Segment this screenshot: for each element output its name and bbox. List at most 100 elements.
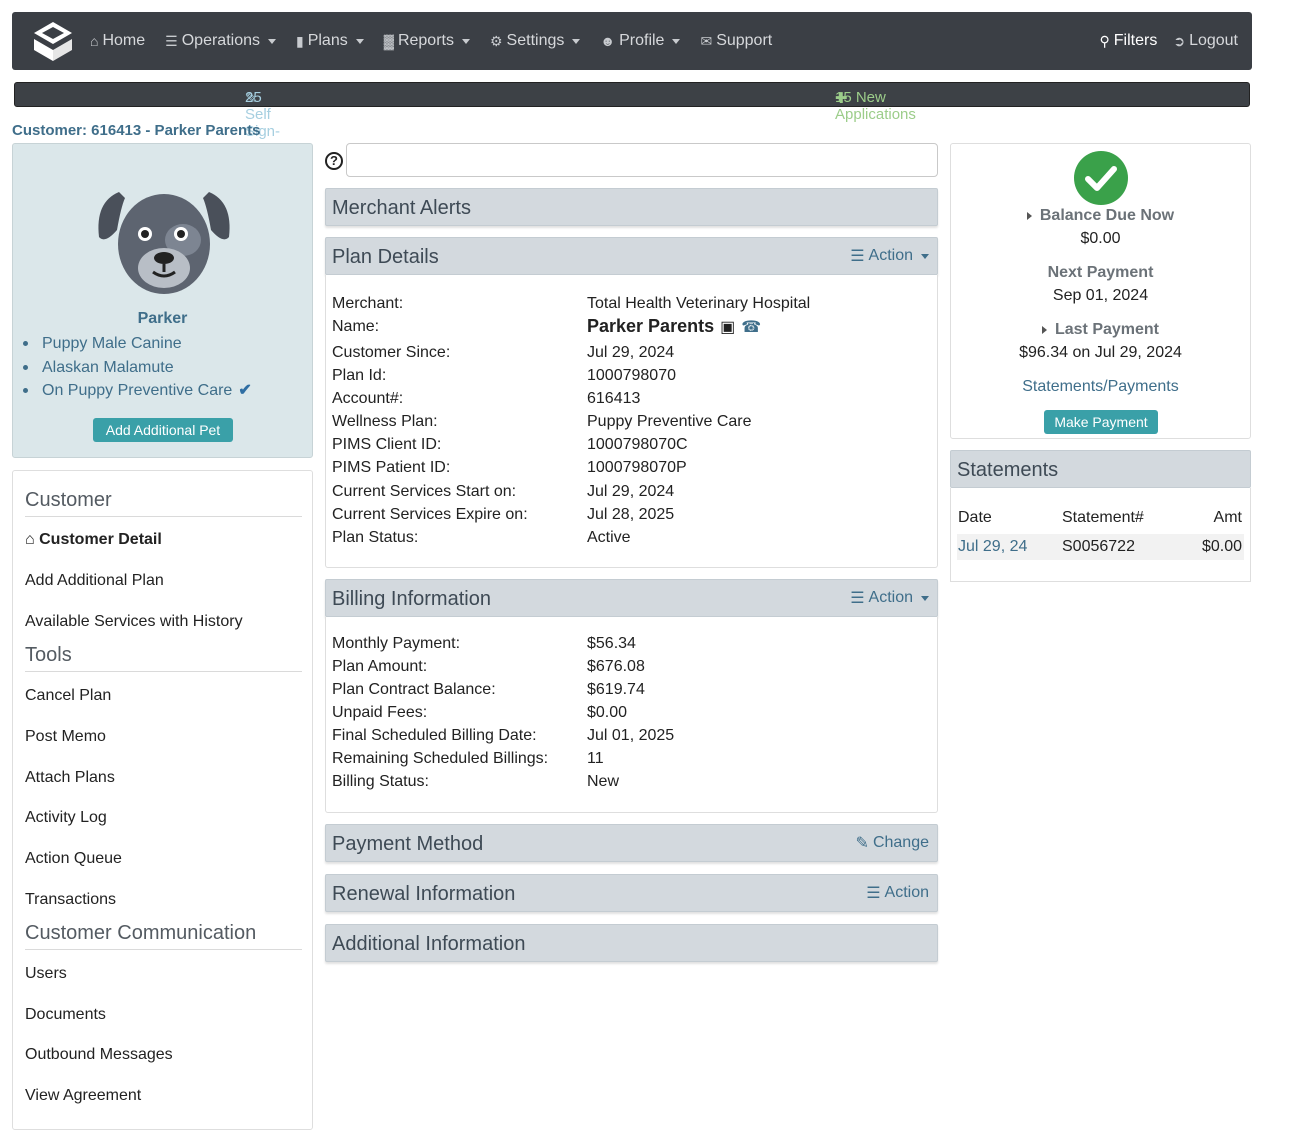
menu-outbound-messages[interactable]: Outbound Messages <box>25 1046 173 1064</box>
last-payment-toggle[interactable]: Last Payment <box>951 321 1250 339</box>
detail-value: Active <box>587 529 631 546</box>
detail-label: Name: <box>332 318 380 335</box>
home-icon: ⌂ <box>90 33 99 49</box>
menu-view-agreement[interactable]: View Agreement <box>25 1087 141 1105</box>
menu-documents[interactable]: Documents <box>25 1006 106 1024</box>
billing-action-dropdown[interactable]: ☰ Action <box>850 588 929 608</box>
top-navbar: ⌂ Home ☰ Operations ▮ Plans ▓ Reports ⚙ Settings ☻… <box>12 12 1252 70</box>
menu-cancel-plan[interactable]: Cancel Plan <box>25 687 111 705</box>
detail-label: Merchant: <box>332 295 404 312</box>
list-icon: ☰ <box>866 885 881 902</box>
chevron-down-icon <box>267 38 276 44</box>
action-label: Action <box>868 589 913 606</box>
detail-label: PIMS Patient ID: <box>332 459 451 476</box>
balance-due-label: Balance Due Now <box>1039 207 1175 224</box>
nav-home[interactable]: ⌂ Home <box>90 32 145 50</box>
chevron-down-icon <box>355 38 364 44</box>
chevron-down-icon <box>461 38 470 44</box>
plan-details-action-dropdown[interactable]: ☰ Action <box>850 246 929 266</box>
table-row: Jul 29, 24 S0056722 $0.00 <box>957 534 1244 560</box>
nav-profile[interactable]: ☻ Profile <box>600 32 681 50</box>
detail-label: Plan Status: <box>332 529 419 546</box>
detail-value: 1000798070P <box>587 459 687 476</box>
phone-icon[interactable]: ☎ <box>741 319 761 336</box>
detail-label: Monthly Payment: <box>332 635 461 652</box>
pet-card: Parker Puppy Male Canine Alaskan Malamut… <box>12 143 313 458</box>
help-icon[interactable]: ? <box>325 152 343 170</box>
detail-label: Plan Amount: <box>332 658 428 675</box>
menu-attach-plans[interactable]: Attach Plans <box>25 769 115 787</box>
contact-card-icon[interactable]: ▣ <box>720 319 735 336</box>
renewal-information-title: Renewal Information <box>332 883 516 905</box>
next-payment-label: Next Payment <box>1047 264 1154 281</box>
search-icon: ⚲ <box>1099 32 1110 49</box>
renewal-information-header: Renewal Information ☰ Action <box>325 874 938 912</box>
make-payment-button[interactable]: Make Payment <box>1044 410 1158 434</box>
detail-value: Jul 29, 2024 <box>587 344 675 361</box>
detail-label: Wellness Plan: <box>332 413 438 430</box>
notification-banner: ✎ 25 Self Sign-ups ✚ 15 New Applications <box>14 82 1250 157</box>
action-label: Action <box>868 247 913 264</box>
plans-icon: ▮ <box>295 32 304 49</box>
menu-add-additional-plan[interactable]: Add Additional Plan <box>25 572 164 590</box>
change-payment-link[interactable]: ✎ Change <box>856 833 929 853</box>
bullet <box>23 341 28 347</box>
pet-detail-text: Alaskan Malamute <box>42 358 174 376</box>
detail-value: Jul 29, 2024 <box>587 483 675 500</box>
add-additional-pet-button[interactable]: Add Additional Pet <box>93 418 233 442</box>
detail-value: $56.34 <box>587 635 636 652</box>
statements-payments-link[interactable]: Statements/Payments <box>951 378 1250 396</box>
customer-menu: Customer ⌂ Customer Detail Add Additiona… <box>12 470 313 1130</box>
payment-method-header: Payment Method ✎ Change <box>325 824 938 862</box>
nav-settings[interactable]: ⚙ Settings <box>490 32 581 50</box>
filters-label: Filters <box>1113 32 1158 49</box>
support-icon: ✉ <box>700 32 713 49</box>
menu-customer-detail[interactable]: ⌂ Customer Detail <box>25 531 162 549</box>
statement-date-link[interactable]: Jul 29, 24 <box>958 538 1027 556</box>
menu-heading-customer: Customer <box>25 489 302 517</box>
nav-label: Profile <box>619 32 665 49</box>
billing-information-header: Billing Information ☰ Action <box>325 579 938 617</box>
search-input[interactable] <box>346 143 938 177</box>
chevron-down-icon <box>921 595 929 601</box>
balance-due-toggle[interactable]: Balance Due Now <box>951 207 1250 225</box>
pet-avatar <box>98 192 230 294</box>
nav-plans[interactable]: ▮ Plans <box>296 32 364 50</box>
detail-label: Current Services Expire on: <box>332 506 528 523</box>
filters-link[interactable]: ⚲ Filters <box>1100 32 1158 50</box>
merchant-alerts-header[interactable]: Merchant Alerts <box>325 188 938 226</box>
detail-value: Parker Parents ▣ ☎ <box>587 316 761 337</box>
home-icon: ⌂ <box>25 531 35 548</box>
menu-post-memo[interactable]: Post Memo <box>25 728 106 746</box>
menu-activity-log[interactable]: Activity Log <box>25 809 107 827</box>
menu-users[interactable]: Users <box>25 965 67 983</box>
list-icon: ☰ <box>850 248 865 265</box>
brand-logo[interactable] <box>30 19 76 65</box>
renewal-action-link[interactable]: ☰ Action <box>866 883 929 903</box>
pet-name: Parker <box>137 310 188 327</box>
detail-label: Remaining Scheduled Billings: <box>332 750 549 767</box>
nav-operations[interactable]: ☰ Operations <box>165 32 276 50</box>
plan-details-title: Plan Details <box>332 246 439 268</box>
operations-icon: ☰ <box>165 32 178 49</box>
additional-information-header[interactable]: Additional Information <box>325 924 938 962</box>
nav-label: Plans <box>307 32 348 49</box>
nav-support[interactable]: ✉ Support <box>700 32 772 50</box>
detail-value: $0.00 <box>587 704 628 721</box>
menu-available-services[interactable]: Available Services with History <box>25 613 243 631</box>
last-payment-value: $96.34 on Jul 29, 2024 <box>1019 344 1182 361</box>
profile-icon: ☻ <box>600 33 616 49</box>
logout-link[interactable]: ➲ Logout <box>1173 32 1238 50</box>
billing-information-title: Billing Information <box>332 588 491 610</box>
menu-transactions[interactable]: Transactions <box>25 891 116 909</box>
reports-icon: ▓ <box>383 33 394 49</box>
detail-value: $619.74 <box>587 681 645 698</box>
nav-label: Settings <box>506 32 565 49</box>
page-title: Customer: 616413 - Parker Parents <box>12 122 261 139</box>
pet-detail-age-sex: Puppy Male Canine <box>21 332 252 356</box>
nav-reports[interactable]: ▓ Reports <box>384 32 470 50</box>
menu-action-queue[interactable]: Action Queue <box>25 850 122 868</box>
customer-name-value: Parker Parents <box>587 316 715 336</box>
detail-value: Total Health Veterinary Hospital <box>587 295 811 312</box>
plan-details-header: Plan Details ☰ Action <box>325 237 938 275</box>
